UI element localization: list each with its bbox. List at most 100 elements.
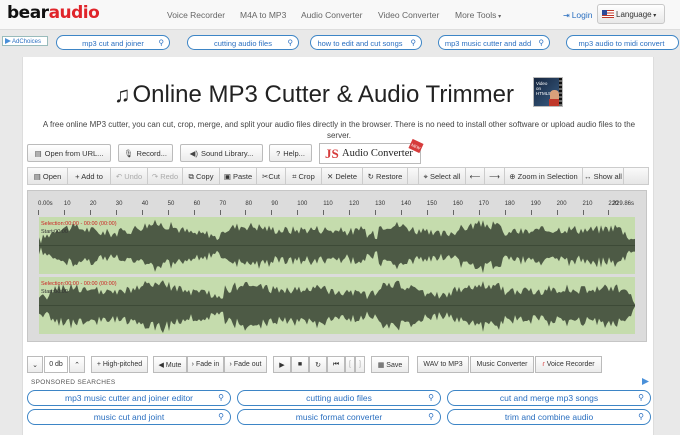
ruler-tick bbox=[530, 210, 532, 215]
waveform-track-2[interactable]: Selection:00:00 - 00:00 (00:00) Start:00… bbox=[39, 277, 635, 334]
ruler-tick bbox=[478, 210, 480, 215]
ruler-tick-label: 70 bbox=[219, 201, 227, 207]
move-right-button[interactable]: ⟶ bbox=[485, 168, 505, 184]
us-flag-icon bbox=[602, 10, 614, 18]
stop-button[interactable]: ■ bbox=[291, 356, 309, 373]
caret-down-icon: ▾ bbox=[496, 14, 502, 20]
bearaudio-logo[interactable]: bearaudio bbox=[7, 3, 100, 23]
ruler-tick-label: 130 bbox=[375, 201, 386, 207]
ad-keyword[interactable]: mp3 cut and joiner ⚲ bbox=[56, 35, 170, 50]
ruler-tick-label: 30 bbox=[115, 201, 123, 207]
film-strip-icon bbox=[559, 78, 562, 106]
start-readout: Start:00:00 bbox=[41, 229, 68, 235]
marker-left-button[interactable]: [ bbox=[345, 356, 355, 373]
show-all-button[interactable]: ↔ Show all bbox=[583, 168, 624, 184]
nav-more-tools[interactable]: More Tools ▾ bbox=[455, 10, 501, 20]
ruler-tick-label: 190 bbox=[530, 201, 541, 207]
open-button[interactable]: ▤ Open bbox=[28, 168, 68, 184]
ruler-tick-label: 170 bbox=[478, 201, 489, 207]
selection-readout: Selection:00:00 - 00:00 (00:00) bbox=[41, 281, 117, 287]
search-icon: ⚲ bbox=[287, 38, 294, 47]
ruler-tick bbox=[452, 210, 454, 215]
zoom-selection-button[interactable]: ⊕ Zoom in Selection bbox=[505, 168, 583, 184]
ad-keyword[interactable]: mp3 audio to midi convert bbox=[566, 35, 679, 50]
sound-library-button[interactable]: ◀) Sound Library... bbox=[180, 144, 263, 162]
record-button[interactable]: 🎙 Record... bbox=[118, 144, 173, 162]
crop-button[interactable]: ⌗ Crop bbox=[286, 168, 322, 184]
open-from-url-button[interactable]: ▤ Open from URL... bbox=[27, 144, 111, 162]
sponsored-label: SPONSORED SEARCHES bbox=[31, 379, 116, 386]
top-nav: bearaudio Voice Recorder M4A to MP3 Audi… bbox=[0, 0, 680, 30]
language-button[interactable]: Language ▾ bbox=[597, 4, 665, 24]
ruler-tick bbox=[219, 210, 221, 215]
nav-voice-recorder[interactable]: Voice Recorder bbox=[167, 10, 225, 20]
login-icon: ⇥ bbox=[563, 11, 570, 20]
play-button[interactable]: ▶ bbox=[273, 356, 291, 373]
search-icon: ⚲ bbox=[158, 38, 165, 47]
cut-button[interactable]: ✂Cut bbox=[257, 168, 286, 184]
music-converter-button[interactable]: Music Converter bbox=[470, 356, 534, 373]
redo-button[interactable]: ↷ Redo bbox=[148, 168, 183, 184]
login-link[interactable]: ⇥ Login bbox=[563, 10, 593, 20]
ad-keyword[interactable]: mp3 music cutter and add ⚲ bbox=[438, 35, 550, 50]
js-audio-converter-link[interactable]: JS Audio Converter NEW bbox=[319, 138, 424, 164]
ruler-tick bbox=[401, 210, 402, 215]
nav-m4a-to-mp3[interactable]: M4A to MP3 bbox=[240, 10, 286, 20]
search-icon: ⚲ bbox=[428, 412, 434, 421]
loop-button[interactable]: ↻ bbox=[309, 356, 327, 373]
zoom-icon: ⊕ bbox=[509, 172, 518, 181]
ruler-tick-label: 180 bbox=[504, 201, 515, 207]
search-icon: ⚲ bbox=[428, 393, 434, 402]
select-all-button[interactable]: ⌖ Select all bbox=[418, 168, 466, 184]
skip-start-button[interactable]: ⏮ bbox=[327, 356, 345, 373]
fade-in-button[interactable]: › Fade in bbox=[187, 356, 224, 373]
skip-start-icon: ⏮ bbox=[332, 361, 340, 368]
sponsored-ad[interactable]: trim and combine audio ⚲ bbox=[447, 409, 651, 425]
play-icon: ▶ bbox=[279, 362, 285, 369]
paste-icon: ▣ bbox=[223, 172, 233, 181]
restore-button[interactable]: ↻ Restore bbox=[363, 168, 408, 184]
ad-keyword[interactable]: how to edit and cut songs ⚲ bbox=[310, 35, 422, 50]
add-to-button[interactable]: + Add to bbox=[68, 168, 111, 184]
help-button[interactable]: ? Help... bbox=[269, 144, 312, 162]
video-thumbnail[interactable]: Video on HTML5 bbox=[533, 77, 563, 107]
copy-button[interactable]: ⧉ Copy bbox=[183, 168, 220, 184]
sponsored-ad[interactable]: cut and merge mp3 songs ⚲ bbox=[447, 390, 651, 406]
search-icon: ⚲ bbox=[638, 412, 644, 421]
expand-icon: ↔ bbox=[584, 172, 594, 181]
sponsored-ad[interactable]: music format converter ⚲ bbox=[237, 409, 441, 425]
adchoices-icon[interactable] bbox=[642, 378, 649, 385]
volume-down-button[interactable]: ⌄ bbox=[27, 356, 43, 373]
adchoices-icon bbox=[5, 38, 11, 44]
ruler-tick bbox=[115, 210, 117, 215]
paste-button[interactable]: ▣ Paste bbox=[220, 168, 257, 184]
sponsored-ad[interactable]: mp3 music cutter and joiner editor ⚲ bbox=[27, 390, 231, 406]
ruler-tick bbox=[608, 210, 610, 215]
volume-up-button[interactable]: ⌃ bbox=[69, 356, 85, 373]
ruler-tick bbox=[297, 210, 299, 215]
waveform-track-1[interactable]: Selection:00:00 - 00:00 (00:00) Start:00… bbox=[39, 217, 635, 274]
save-icon: ▦ bbox=[377, 362, 387, 369]
voice-recorder-button[interactable]: ɾ Voice Recorder bbox=[535, 356, 602, 373]
high-pitched-button[interactable]: + High-pitched bbox=[91, 356, 148, 373]
marker-right-button[interactable]: ] bbox=[355, 356, 365, 373]
wav-to-mp3-button[interactable]: WAV to MP3 bbox=[417, 356, 469, 373]
arrow-right-icon: ⟶ bbox=[489, 172, 500, 181]
adchoices-badge[interactable]: AdChoices bbox=[2, 36, 48, 46]
speaker-icon: ◀) bbox=[189, 149, 198, 158]
sponsored-ad[interactable]: cutting audio files ⚲ bbox=[237, 390, 441, 406]
save-button[interactable]: ▦ Save bbox=[371, 356, 409, 373]
mute-button[interactable]: ◀ Mute bbox=[153, 356, 187, 373]
waveform-editor[interactable]: 0.00s 10 20 30 40 50 60 70 80 90 100 110 120 130 140 15… bbox=[27, 190, 647, 342]
nav-audio-converter[interactable]: Audio Converter bbox=[301, 10, 362, 20]
ruler-tick bbox=[426, 210, 428, 215]
delete-button[interactable]: ✕ Delete bbox=[322, 168, 363, 184]
fade-out-button[interactable]: › Fade out bbox=[224, 356, 267, 373]
sponsored-ad[interactable]: music cut and joint ⚲ bbox=[27, 409, 231, 425]
move-left-button[interactable]: ⟵ bbox=[466, 168, 485, 184]
nav-video-converter[interactable]: Video Converter bbox=[378, 10, 439, 20]
folder-icon: ▤ bbox=[33, 172, 43, 181]
ruler-tick bbox=[582, 210, 584, 215]
undo-button[interactable]: ↶ Undo bbox=[111, 168, 148, 184]
ad-keyword[interactable]: cutting audio files ⚲ bbox=[187, 35, 299, 50]
